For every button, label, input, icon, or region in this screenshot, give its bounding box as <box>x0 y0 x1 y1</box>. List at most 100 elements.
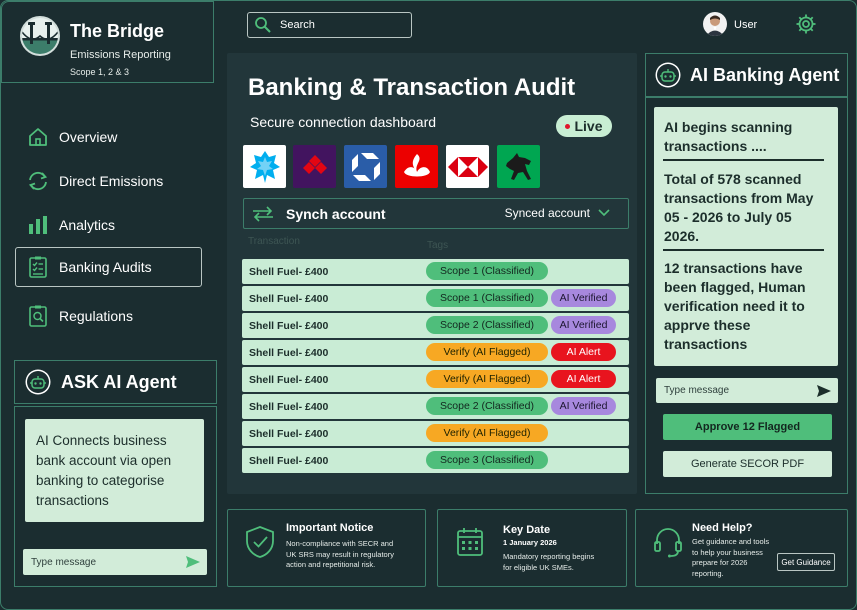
chevron-down-icon <box>598 209 610 217</box>
agent-message-card: AI begins scanning transactions .... Tot… <box>654 107 838 366</box>
ai-flag-badge[interactable]: AI Verified <box>551 316 616 334</box>
ask-agent-message: AI Connects business bank account via op… <box>25 419 204 522</box>
need-help-card: Need Help? Get guidance and tools to hel… <box>635 509 848 587</box>
agent-message: 12 transactions have been flagged, Human… <box>664 260 806 352</box>
sidebar-item-analytics[interactable]: Analytics <box>15 205 202 245</box>
generate-pdf-button[interactable]: Generate SECOR PDF <box>663 451 832 477</box>
help-title: Need Help? <box>692 522 753 534</box>
brand-header: The Bridge Emissions Reporting Scope 1, … <box>1 1 214 83</box>
agent-message-input[interactable]: Type message <box>656 378 838 403</box>
ai-agent-icon <box>655 62 681 88</box>
important-notice-card: Important Notice Non-compliance with SEC… <box>227 509 426 587</box>
help-line: reporting. <box>692 568 724 578</box>
synced-account-dropdown[interactable]: Synced account <box>505 206 610 220</box>
search-icon <box>255 17 271 33</box>
search-input[interactable]: Search <box>247 12 412 38</box>
user-label[interactable]: User <box>734 19 757 31</box>
sidebar-item-overview[interactable]: Overview <box>15 117 202 157</box>
home-icon <box>29 128 47 146</box>
natwest-logo-icon[interactable] <box>293 145 336 188</box>
sidebar-item-label: Banking Audits <box>59 259 152 275</box>
checklist-icon <box>29 256 47 278</box>
table-row[interactable]: Shell Fuel- £400 Verify (AI Flagged) AI Al… <box>242 340 629 365</box>
bar-chart-icon <box>29 216 47 234</box>
synch-account-bar[interactable]: Synch account Synced account <box>243 198 629 229</box>
message-divider <box>663 249 824 251</box>
banking-agent-header: AI Banking Agent <box>645 53 848 97</box>
table-row[interactable]: Shell Fuel- £400 Scope 1 (Classified) <box>242 259 629 284</box>
get-guidance-button[interactable]: Get Guidance <box>777 553 835 571</box>
message-input-placeholder: Type message <box>31 556 97 568</box>
app-scope: Scope 1, 2 & 3 <box>70 67 130 77</box>
scope-tag-badge[interactable]: Scope 1 (Classified) <box>426 262 548 280</box>
synced-account-value: Synced account <box>504 206 590 220</box>
lloyds-logo-icon[interactable] <box>497 145 540 188</box>
send-icon[interactable] <box>185 555 201 569</box>
help-line: to help your business <box>692 547 763 557</box>
table-row[interactable]: Shell Fuel- £400 Scope 2 (Classified) AI V… <box>242 313 629 338</box>
key-date-card: Key Date 1 January 2026 Mandatory report… <box>437 509 627 587</box>
scope-tag-badge[interactable]: Verify (AI Flagged) <box>426 370 548 388</box>
notice-line: Non-compliance with SECR and <box>286 539 394 548</box>
table-row[interactable]: Shell Fuel- £400 Scope 1 (Classified) AI V… <box>242 286 629 311</box>
barclays-logo-icon[interactable] <box>243 145 286 188</box>
notice-line: action and repetitional risk. <box>286 560 376 569</box>
scope-tag-badge[interactable]: Scope 2 (Classified) <box>426 397 548 415</box>
sync-arrows-icon <box>253 205 273 222</box>
approve-flagged-button[interactable]: Approve 12 Flagged <box>663 414 832 440</box>
ai-flag-badge[interactable]: AI Alert <box>551 343 616 361</box>
help-text: Get guidance and tools to help your busi… <box>692 537 769 579</box>
sidebar-item-regulations[interactable]: Regulations <box>15 296 202 336</box>
scope-tag-badge[interactable]: Scope 2 (Classified) <box>426 316 548 334</box>
live-label: Live <box>574 118 603 134</box>
column-header-transaction: Transaction <box>248 236 300 247</box>
scope-tag-badge[interactable]: Verify (AI Flagged) <box>426 343 548 361</box>
sidebar-item-label: Direct Emissions <box>59 173 164 189</box>
ask-agent-message-input[interactable]: Type message <box>23 549 207 575</box>
ai-flag-badge[interactable]: AI Verified <box>551 289 616 307</box>
agent-message: Total of 578 scanned transactions from M… <box>664 171 814 244</box>
scope-tag-badge[interactable]: Verify (AI Flagged) <box>426 424 548 442</box>
live-dot-icon <box>565 123 571 129</box>
ask-agent-header: ASK AI Agent <box>14 360 217 404</box>
headset-icon <box>654 528 682 558</box>
scope-tag-badge[interactable]: Scope 1 (Classified) <box>426 289 548 307</box>
refresh-icon <box>28 171 48 191</box>
help-line: Get guidance and tools <box>692 537 770 546</box>
help-line: prepare for 2026 <box>692 558 748 567</box>
page-subtitle: Secure connection dashboard <box>250 114 437 130</box>
bridge-logo-icon <box>20 16 60 56</box>
calendar-icon <box>457 528 483 556</box>
transaction-name: Shell Fuel- £400 <box>249 374 329 386</box>
sidebar-item-direct-emissions[interactable]: Direct Emissions <box>15 161 202 201</box>
scope-tag-badge[interactable]: Scope 3 (Classified) <box>426 451 548 469</box>
notice-text: Non-compliance with SECR and UK SRS may … <box>286 539 394 571</box>
table-row[interactable]: Shell Fuel- £400 Verify (AI Flagged) AI Al… <box>242 367 629 392</box>
ai-agent-icon <box>25 369 51 395</box>
sidebar-item-banking-audits[interactable]: Banking Audits <box>15 247 202 287</box>
hsbc-logo-icon[interactable] <box>446 145 489 188</box>
table-row[interactable]: Shell Fuel- £400 Verify (AI Flagged) <box>242 421 629 446</box>
transaction-name: Shell Fuel- £400 <box>249 347 329 359</box>
banking-agent-title: AI Banking Agent <box>690 64 840 85</box>
sidebar-item-label: Analytics <box>59 217 116 233</box>
notice-line: UK SRS may result in regulatory <box>286 549 394 559</box>
send-icon[interactable] <box>816 384 832 398</box>
transaction-name: Shell Fuel- £400 <box>249 401 329 413</box>
transaction-name: Shell Fuel- £400 <box>249 455 329 467</box>
ai-flag-badge[interactable]: AI Verified <box>551 397 616 415</box>
user-avatar-icon <box>706 15 724 36</box>
banking-agent-panel: AI begins scanning transactions .... Tot… <box>645 97 848 494</box>
gear-icon[interactable] <box>795 13 817 35</box>
message-input-placeholder: Type message <box>664 385 730 396</box>
chase-logo-icon[interactable] <box>344 145 387 188</box>
key-date-value: 1 January 2026 <box>503 538 557 547</box>
shield-check-icon <box>246 526 274 558</box>
table-row[interactable]: Shell Fuel- £400 Scope 2 (Classified) AI V… <box>242 394 629 419</box>
transaction-name: Shell Fuel- £400 <box>249 293 329 305</box>
document-search-icon <box>29 305 47 327</box>
santander-logo-icon[interactable] <box>395 145 438 188</box>
avatar[interactable] <box>703 12 727 36</box>
ai-flag-badge[interactable]: AI Alert <box>551 370 616 388</box>
table-row[interactable]: Shell Fuel- £400 Scope 3 (Classified) <box>242 448 629 473</box>
